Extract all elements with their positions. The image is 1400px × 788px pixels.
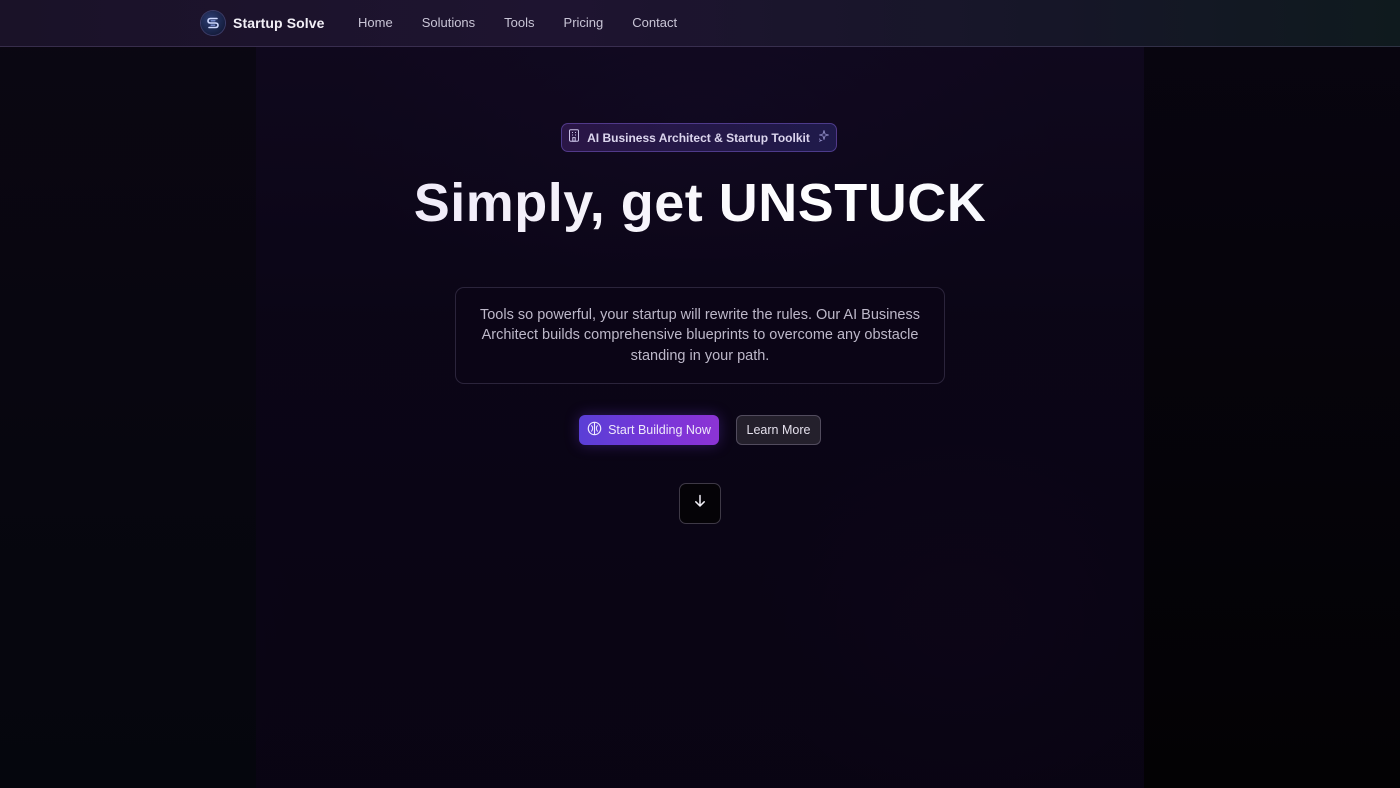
hero-description: Tools so powerful, your startup will rew…	[479, 306, 920, 364]
page: Startup Solve Home Solutions Tools Prici…	[0, 0, 1400, 788]
hero-title: Simply, get UNSTUCK	[0, 172, 1400, 234]
hero-description-card: Tools so powerful, your startup will rew…	[455, 287, 945, 384]
nav-item-contact[interactable]: Contact	[632, 15, 677, 30]
brain-icon	[587, 421, 602, 439]
navbar: Startup Solve Home Solutions Tools Prici…	[0, 0, 1400, 47]
building-icon	[568, 128, 580, 147]
scroll-down-button[interactable]	[679, 483, 721, 524]
s-logo-icon	[201, 11, 225, 35]
start-building-button[interactable]: Start Building Now	[579, 415, 719, 445]
hero-badge: AI Business Architect & Startup Toolkit	[561, 123, 837, 152]
start-building-label: Start Building Now	[608, 423, 711, 437]
nav-item-home[interactable]: Home	[358, 15, 393, 30]
sparkles-icon	[817, 129, 830, 147]
arrow-down-icon	[693, 494, 707, 513]
background-right-panel	[1144, 0, 1400, 788]
nav-item-pricing[interactable]: Pricing	[564, 15, 604, 30]
learn-more-button[interactable]: Learn More	[736, 415, 821, 445]
background-left-panel	[0, 0, 256, 788]
learn-more-label: Learn More	[746, 423, 811, 437]
brand-link[interactable]: Startup Solve	[201, 11, 325, 35]
brand-name: Startup Solve	[233, 15, 325, 31]
nav-item-tools[interactable]: Tools	[504, 15, 534, 30]
background-center-panel	[256, 0, 1144, 788]
hero-badge-text: AI Business Architect & Startup Toolkit	[587, 130, 810, 145]
nav-links: Home Solutions Tools Pricing Contact	[358, 15, 706, 30]
nav-item-solutions[interactable]: Solutions	[422, 15, 475, 30]
